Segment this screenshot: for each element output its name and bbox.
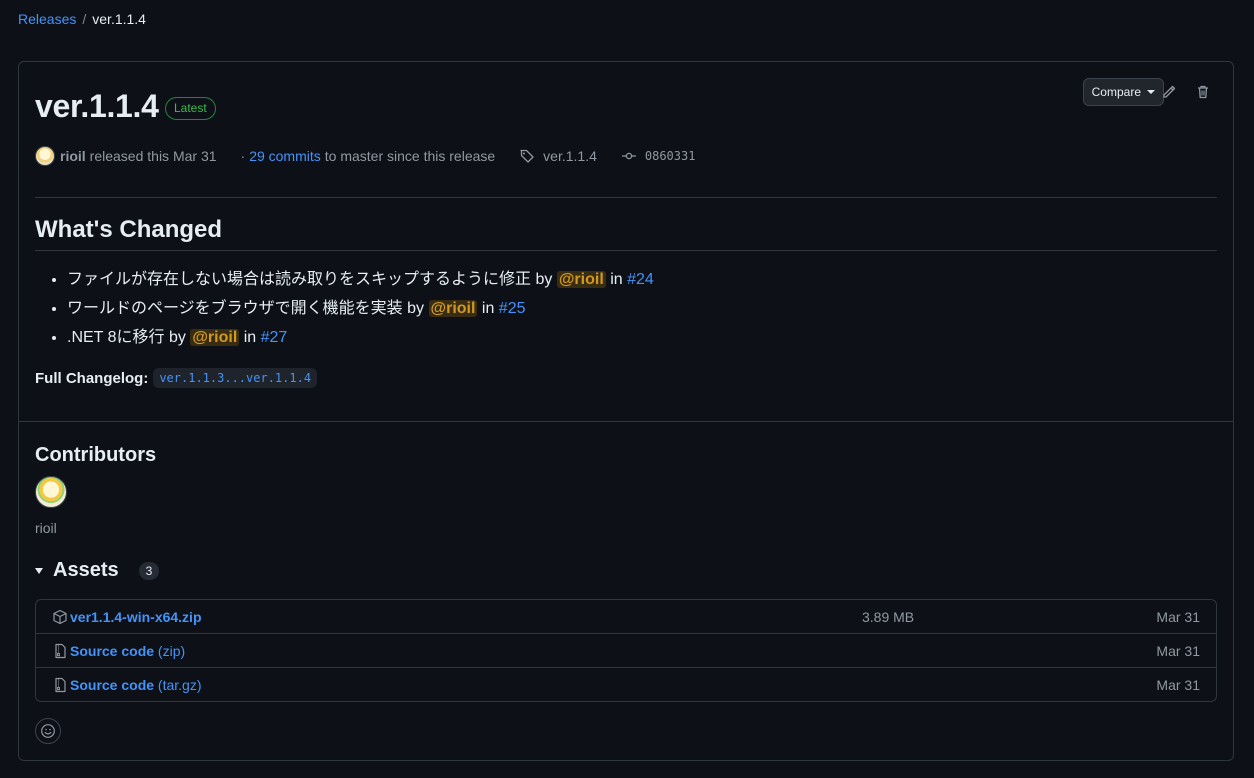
user-mention[interactable]: @rioil	[190, 329, 240, 346]
asset-row: ver1.1.4-win-x64.zip 3.89 MB Mar 31	[36, 600, 1216, 634]
smiley-icon	[41, 724, 55, 738]
by-text: by	[535, 271, 553, 288]
full-changelog: Full Changelog: ver.1.1.3...ver.1.1.4	[35, 368, 318, 388]
in-text: in	[243, 329, 257, 346]
breadcrumb-current: ver.1.1.4	[92, 11, 146, 27]
triangle-down-icon	[35, 567, 43, 574]
release-card: ver.1.1.4 Latest Compare rioil released …	[18, 61, 1234, 761]
user-mention[interactable]: @rioil	[556, 271, 606, 288]
asset-link[interactable]: Source code (zip)	[70, 643, 185, 659]
pencil-icon	[1163, 85, 1176, 98]
commits-link[interactable]: 29 commits	[249, 148, 321, 164]
breadcrumb-separator: /	[82, 11, 87, 27]
list-item: .NET 8に移行 by @rioil in #27	[67, 326, 654, 355]
asset-row: Source code (zip) Mar 31	[36, 634, 1216, 668]
release-meta: rioil released this Mar 31 · 29 commits …	[35, 146, 695, 166]
heading-underline	[35, 250, 1217, 251]
user-mention[interactable]: @rioil	[428, 300, 478, 317]
by-text: by	[168, 329, 186, 346]
divider	[35, 197, 1217, 198]
tag-link[interactable]: ver.1.1.4	[519, 148, 597, 164]
breadcrumb-releases-link[interactable]: Releases	[18, 11, 76, 27]
asset-ext: (tar.gz)	[157, 677, 202, 693]
change-text: .NET 8に移行	[67, 329, 165, 346]
changelog-compare-link[interactable]: ver.1.1.3...ver.1.1.4	[153, 368, 318, 388]
assets-heading: Assets	[53, 559, 119, 581]
compare-label: Compare	[1091, 85, 1141, 99]
by-text: by	[407, 300, 425, 317]
assets-count-badge: 3	[138, 561, 160, 580]
contributor-name: rioil	[35, 520, 57, 536]
change-text: ワールドのページをブラウザで開く機能を実装	[67, 300, 403, 317]
author-link[interactable]: rioil	[60, 148, 86, 164]
package-icon	[53, 609, 67, 624]
author-avatar[interactable]	[35, 146, 55, 166]
change-text: ファイルが存在しない場合は読み取りをスキップするように修正	[67, 271, 532, 288]
pr-link[interactable]: #27	[261, 329, 288, 346]
asset-date: Mar 31	[1156, 608, 1200, 625]
asset-ext: (zip)	[157, 642, 186, 659]
edit-release-button[interactable]	[1159, 82, 1179, 102]
pr-link[interactable]: #24	[627, 271, 654, 288]
add-reaction-button[interactable]	[35, 718, 61, 744]
contributor-avatar[interactable]	[35, 476, 67, 508]
assets-toggle[interactable]: Assets 3	[35, 559, 160, 582]
git-commit-icon	[621, 152, 636, 160]
delete-release-button[interactable]	[1193, 82, 1213, 102]
tag-icon	[520, 149, 534, 163]
pr-link[interactable]: #25	[499, 300, 526, 317]
asset-name: Source code	[70, 677, 155, 693]
in-text: in	[481, 300, 495, 317]
asset-row: Source code (tar.gz) Mar 31	[36, 668, 1216, 702]
chevron-down-icon	[1147, 90, 1155, 94]
whats-changed-heading: What's Changed	[35, 216, 223, 243]
commit-link[interactable]: 0860331	[621, 148, 696, 164]
file-zip-icon	[55, 677, 66, 693]
list-item: ワールドのページをブラウザで開く機能を実装 by @rioil in #25	[67, 297, 654, 326]
changes-list: ファイルが存在しない場合は読み取りをスキップするように修正 by @rioil …	[67, 268, 654, 355]
commits-suffix: to master since this release	[324, 148, 496, 164]
list-item: ファイルが存在しない場合は読み取りをスキップするように修正 by @rioil …	[67, 268, 654, 297]
changelog-label: Full Changelog:	[35, 369, 149, 387]
assets-list: ver1.1.4-win-x64.zip 3.89 MB Mar 31 Sour…	[35, 599, 1217, 702]
asset-link[interactable]: Source code (tar.gz)	[70, 677, 202, 693]
section-divider	[19, 421, 1233, 422]
commit-sha: 0860331	[644, 149, 696, 163]
file-zip-icon	[55, 643, 66, 658]
tag-label: ver.1.1.4	[543, 148, 597, 164]
in-text: in	[610, 271, 623, 288]
asset-size: 3.89 MB	[862, 608, 915, 625]
asset-name: Source code	[70, 642, 155, 659]
asset-name: ver1.1.4-win-x64.zip	[70, 608, 202, 625]
breadcrumb: Releases / ver.1.1.4	[18, 11, 146, 27]
latest-badge: Latest	[165, 97, 216, 120]
released-text: released this Mar 31	[89, 148, 217, 164]
contributors-heading: Contributors	[35, 444, 157, 466]
commits-separator: ·	[240, 148, 246, 164]
compare-button[interactable]: Compare	[1082, 78, 1164, 106]
asset-link[interactable]: ver1.1.4-win-x64.zip	[70, 609, 202, 625]
asset-date: Mar 31	[1156, 642, 1200, 659]
trash-icon	[1198, 85, 1208, 99]
release-title[interactable]: ver.1.1.4	[35, 88, 159, 125]
asset-date: Mar 31	[1156, 677, 1200, 693]
